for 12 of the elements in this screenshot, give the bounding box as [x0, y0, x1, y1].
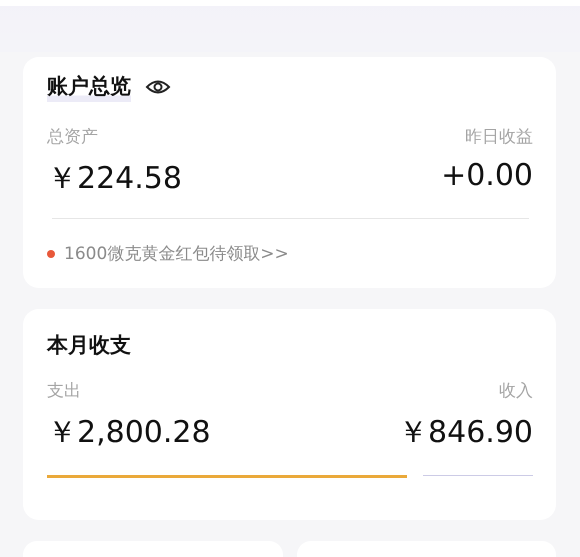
yesterday-income-label: 昨日收益 — [465, 126, 533, 148]
card-title: 账户总览 — [47, 72, 131, 102]
reward-notice-link[interactable]: 1600微克黄金红包待领取>> — [64, 242, 289, 265]
income-value: ￥846.90 — [398, 414, 533, 452]
yesterday-income-value: +0.00 — [441, 158, 533, 195]
notice-dot — [47, 250, 55, 258]
expense-value: ￥2,800.28 — [47, 414, 211, 452]
income-label: 收入 — [499, 380, 533, 402]
expense-label: 支出 — [47, 380, 81, 402]
total-assets-value: ￥224.58 — [47, 160, 182, 198]
card-title: 本月收支 — [47, 332, 131, 359]
total-assets-label: 总资产 — [47, 126, 98, 148]
